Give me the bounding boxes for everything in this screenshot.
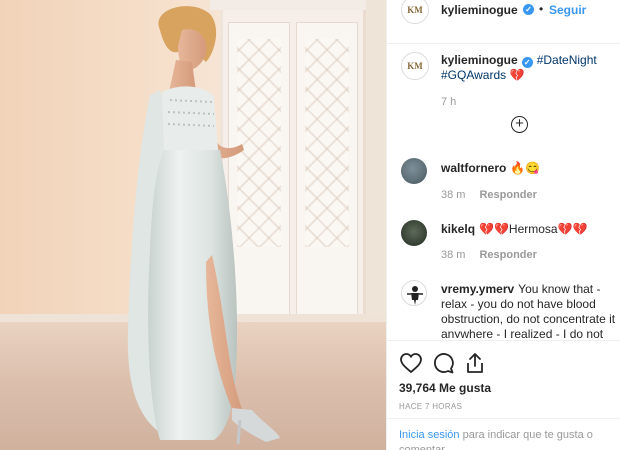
comment-username[interactable]: waltfornero — [441, 161, 506, 175]
reply-button[interactable]: Responder — [479, 249, 536, 261]
author-avatar[interactable]: KM — [401, 0, 429, 24]
hashtag-datenight[interactable]: #DateNight — [537, 53, 597, 67]
share-icon[interactable] — [463, 351, 487, 375]
comment-body: 💔💔Hermosa💔💔 — [479, 222, 588, 236]
comment-username[interactable]: vremy.ymerv — [441, 282, 514, 296]
broken-heart-emoji: 💔 — [509, 68, 525, 82]
load-more-comments-button[interactable]: + — [511, 116, 528, 133]
comment-meta: 38 m Responder — [441, 249, 537, 261]
reply-button[interactable]: Responder — [479, 189, 536, 201]
caption-timestamp[interactable]: 7 h — [441, 96, 456, 108]
comment-text: vremy.ymerv You know that - relax - you d… — [441, 282, 617, 338]
post-photo[interactable] — [0, 0, 386, 450]
login-prompt: Inicia sesión para indicar que te gusta … — [387, 418, 620, 450]
comment-avatar-kikelq[interactable] — [401, 220, 427, 246]
verified-badge-icon: ✓ — [523, 4, 534, 15]
follow-button[interactable]: Seguir — [549, 3, 586, 17]
login-link[interactable]: Inicia sesión — [399, 429, 460, 441]
author-username[interactable]: kylieminogue — [441, 3, 518, 17]
comment-meta: 38 m Responder — [441, 189, 537, 201]
comment-avatar-vremy[interactable] — [401, 280, 427, 306]
comment-text: waltfornero 🔥😋 — [441, 161, 611, 176]
post-caption: kylieminogue ✓ #DateNight #GQAwards 💔 — [441, 53, 611, 83]
separator-dot: • — [539, 2, 544, 16]
post-header: KM kylieminogue ✓ • Seguir — [387, 0, 620, 44]
post-side-panel: KM kylieminogue ✓ • Seguir KM kylieminog… — [387, 0, 620, 450]
comment-icon[interactable] — [431, 351, 455, 375]
caption-username[interactable]: kylieminogue — [441, 53, 518, 67]
comment-avatar-waltfornero[interactable] — [401, 158, 427, 184]
login-prompt-text: Inicia sesión para indicar que te gusta … — [399, 428, 611, 450]
comment-body: 🔥😋 — [510, 161, 541, 175]
like-count[interactable]: 39,764 Me gusta — [399, 381, 491, 395]
heart-icon[interactable] — [399, 351, 423, 375]
hashtag-gqawards[interactable]: #GQAwards — [441, 68, 506, 82]
person-silhouette-icon — [407, 286, 423, 305]
caption-author-avatar[interactable]: KM — [401, 52, 429, 80]
comment-time[interactable]: 38 m — [441, 189, 465, 201]
woman-in-white-gown — [127, 6, 280, 445]
verified-badge-icon: ✓ — [521, 57, 533, 68]
post-age[interactable]: HACE 7 HORAS — [399, 402, 462, 411]
comment-text: kikelq 💔💔Hermosa💔💔 — [441, 222, 611, 237]
comment-username[interactable]: kikelq — [441, 222, 475, 236]
plus-circle-icon: + — [515, 115, 524, 132]
comment-time[interactable]: 38 m — [441, 249, 465, 261]
